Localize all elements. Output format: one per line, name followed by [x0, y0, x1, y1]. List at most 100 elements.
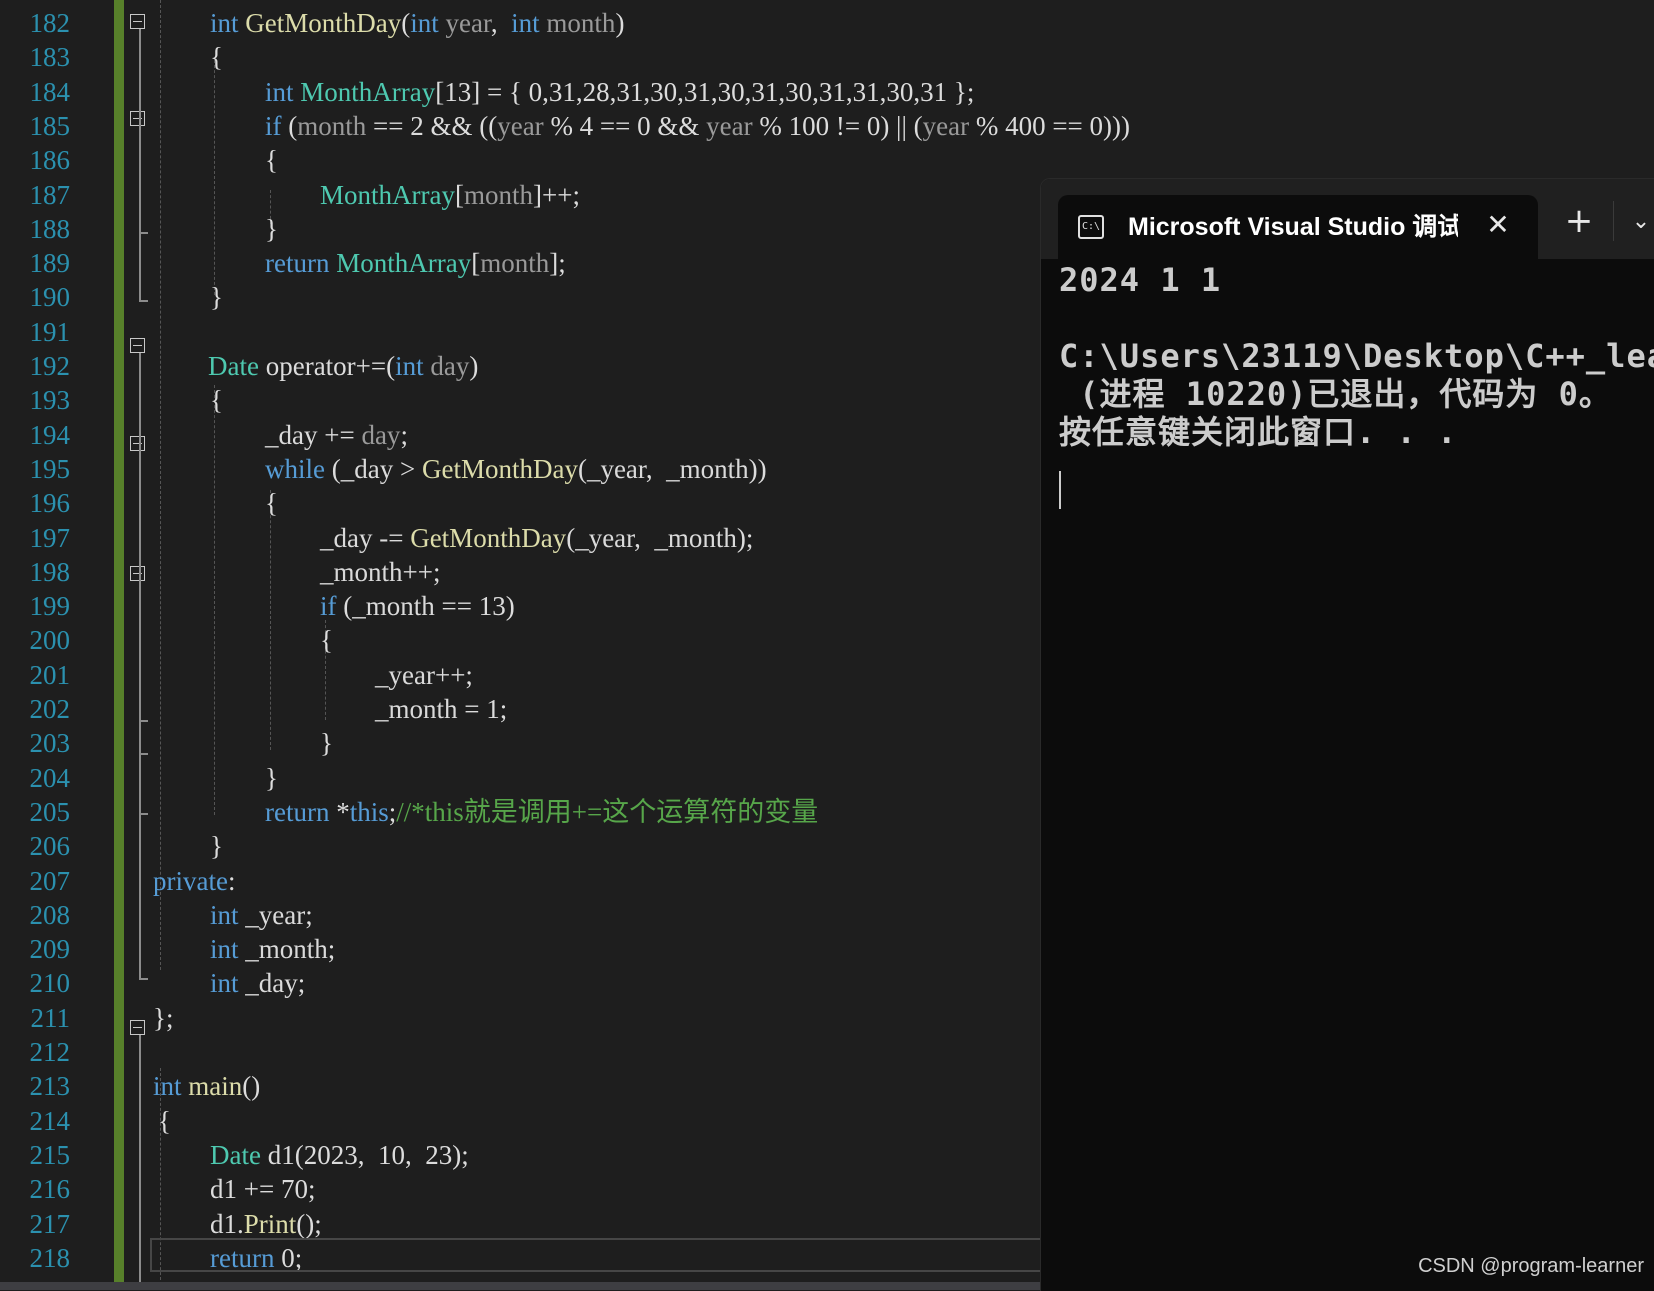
line-number: 183 [29, 42, 71, 73]
code-line[interactable]: _month++; [320, 555, 440, 589]
code-token: MonthArray [336, 248, 472, 279]
indent-guide [214, 60, 215, 295]
close-tab-icon[interactable]: ✕ [1482, 207, 1514, 243]
code-token: ; [327, 934, 336, 965]
line-number: 182 [29, 8, 71, 38]
code-line[interactable]: int _month; [210, 932, 335, 966]
code-token: _year [245, 899, 306, 930]
line-number: 202 [29, 694, 71, 724]
code-token: return [265, 248, 337, 279]
code-line[interactable]: { [210, 40, 223, 74]
code-token: ( [566, 522, 576, 553]
line-number: 217 [29, 1208, 71, 1239]
code-line[interactable]: _day += day; [265, 418, 408, 452]
fold-outline-end [139, 978, 148, 980]
code-token: )) [748, 453, 767, 484]
code-line[interactable]: private: [153, 864, 235, 898]
code-line[interactable]: }; [153, 1001, 173, 1035]
code-token: int [210, 968, 246, 999]
code-line[interactable]: _year++; [375, 658, 473, 692]
terminal-titlebar[interactable]: C:\ Microsoft Visual Studio 调试控制台 ✕ + ⌄ [1041, 179, 1654, 259]
fold-toggle-if-month[interactable] [130, 566, 145, 581]
fold-outline-end [139, 300, 148, 302]
horizontal-scrollbar[interactable] [0, 1282, 1040, 1290]
code-line[interactable]: { [265, 143, 278, 177]
code-line[interactable]: { [265, 486, 278, 520]
line-number: 207 [29, 865, 71, 896]
code-token: int [265, 76, 301, 107]
fold-toggle-if-leap[interactable] [130, 111, 145, 126]
code-token: { [265, 488, 278, 519]
code-line[interactable]: return MonthArray[month]; [265, 246, 566, 280]
code-line[interactable]: _day -= GetMonthDay(_year, _month); [320, 521, 753, 555]
code-line[interactable]: int _year; [210, 898, 313, 932]
chevron-down-icon[interactable]: ⌄ [1626, 205, 1654, 239]
code-token: ( [343, 591, 353, 622]
code-line[interactable]: return *this;//*this就是调用+=这个运算符的变量 [265, 795, 818, 829]
code-token: { [320, 625, 333, 656]
code-token: } [210, 831, 223, 862]
code-line[interactable]: Date d1(2023, 10, 23); [210, 1138, 469, 1172]
line-number: 197 [29, 522, 71, 553]
code-line[interactable]: int main() [153, 1069, 260, 1103]
line-number: 184 [29, 76, 71, 107]
code-token: ++; [402, 556, 441, 587]
code-token: ]++; [533, 179, 580, 210]
code-line[interactable]: } [320, 726, 333, 760]
code-line[interactable]: int _day; [210, 966, 305, 1000]
fold-toggle-operator[interactable] [130, 338, 145, 353]
code-token: ) [615, 8, 625, 38]
code-line[interactable]: int MonthArray[13] = { 0,31,28,31,30,31,… [265, 75, 974, 109]
code-token: ) [469, 351, 479, 381]
code-token: month [546, 8, 616, 38]
code-line[interactable]: if (month == 2 && ((year % 4 == 0 && yea… [265, 109, 1130, 143]
terminal-tab[interactable]: C:\ Microsoft Visual Studio 调试控制台 ✕ [1058, 195, 1538, 259]
code-token: year [706, 110, 753, 141]
code-line[interactable]: } [265, 212, 278, 246]
code-line[interactable]: _month = 1; [375, 692, 507, 726]
line-number: 201 [29, 659, 71, 690]
debug-console-window[interactable]: C:\ Microsoft Visual Studio 调试控制台 ✕ + ⌄ … [1040, 178, 1654, 1291]
code-line[interactable]: { [158, 1104, 171, 1138]
code-line[interactable]: if (_month == 13) [320, 589, 515, 623]
code-line[interactable]: } [210, 280, 223, 314]
code-line[interactable]: int GetMonthDay(int year, int month) [210, 6, 624, 40]
fold-toggle-while[interactable] [130, 436, 145, 451]
code-token: == 2 && (( [366, 110, 498, 141]
code-line[interactable]: } [265, 761, 278, 795]
text-cursor [1059, 471, 1061, 509]
new-tab-button[interactable]: + [1559, 201, 1599, 241]
code-token: operator+=( [265, 351, 396, 381]
code-token: * [336, 796, 350, 827]
code-token: += [317, 419, 362, 450]
code-line[interactable]: while (_day > GetMonthDay(_year, _month)… [265, 452, 767, 486]
code-token: int [410, 8, 446, 38]
code-token: GetMonthDay [421, 453, 578, 484]
line-number: 193 [29, 385, 71, 416]
code-token: , [645, 453, 667, 484]
code-token: == 13) [434, 591, 515, 622]
line-number: 187 [29, 179, 71, 210]
current-line-highlight [150, 1238, 1040, 1272]
code-line[interactable]: { [320, 623, 333, 657]
fold-toggle-main[interactable] [130, 1020, 145, 1035]
code-line[interactable]: MonthArray[month]++; [320, 178, 580, 212]
code-line[interactable]: } [210, 829, 223, 863]
code-token: [ [454, 179, 464, 210]
line-number: 198 [29, 556, 71, 587]
code-line[interactable]: Date operator+=(int day) [208, 349, 478, 383]
code-token: ( [401, 8, 411, 38]
fold-outline [139, 813, 141, 978]
code-line[interactable]: d1 += 70; [210, 1172, 315, 1206]
code-token: month [463, 179, 533, 210]
line-number: 216 [29, 1174, 71, 1205]
line-number: 191 [29, 316, 71, 347]
code-token: , [634, 522, 655, 553]
code-line[interactable]: { [210, 383, 223, 417]
fold-outline [139, 353, 141, 813]
code-line[interactable]: d1.Print(); [210, 1207, 322, 1241]
code-token: _day [265, 419, 318, 450]
fold-toggle-getmonthday[interactable] [130, 14, 145, 29]
code-token: int [395, 351, 431, 381]
line-number: 188 [29, 213, 71, 244]
